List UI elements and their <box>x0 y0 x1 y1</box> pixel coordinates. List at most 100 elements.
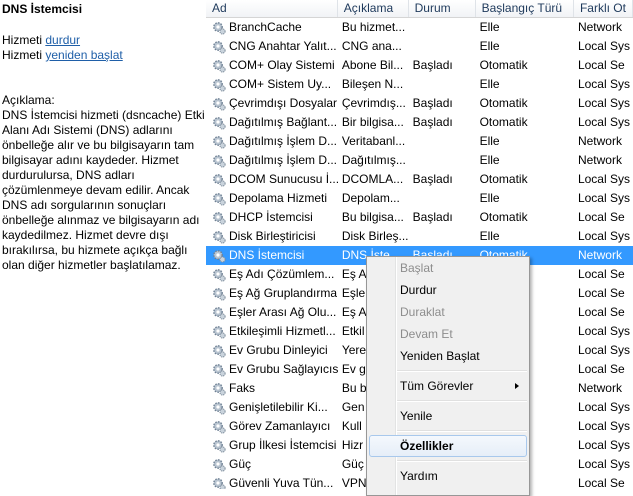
gear-icon <box>213 135 226 149</box>
menu-separator <box>397 397 529 405</box>
service-name: DCOM Sunucusu İ... <box>229 172 338 186</box>
table-cell: Network <box>577 134 622 148</box>
gear-icon <box>213 420 226 434</box>
table-cell: Local Sys <box>577 419 630 433</box>
chevron-right-icon <box>515 383 519 389</box>
table-cell: Genişletilebilir Ki... <box>206 398 338 417</box>
table-cell: Başladı <box>412 96 453 110</box>
description-line: olan diğer hizmetler başlatılamaz. <box>2 258 181 272</box>
menu-resume[interactable]: Devam Et <box>367 323 529 345</box>
menu-refresh[interactable]: Yenile <box>367 405 529 427</box>
table-cell: Görev Zamanlayıcı <box>206 417 338 436</box>
gear-icon <box>213 40 226 54</box>
table-cell: Network <box>577 248 622 262</box>
table-row[interactable]: DCOM Sunucusu İ... DCOMLA... Başladı Otomat… <box>206 170 633 189</box>
table-cell: Faks <box>206 379 338 398</box>
table-row[interactable]: CNG Anahtar Yalıt... CNG ana... Elle Local … <box>206 37 633 56</box>
description-line: bilgisayar adını kaydeder. Hizmet <box>2 153 179 167</box>
gear-icon <box>213 78 226 92</box>
gear-icon <box>213 458 226 472</box>
table-row[interactable]: Dağıtılmış Bağlant... Bir bilgisa... Başla… <box>206 113 633 132</box>
service-name: Çevrimdışı Dosyalar <box>229 96 338 110</box>
menu-all-tasks[interactable]: Tüm Görevler <box>367 375 529 397</box>
description-line: DNS adı sorgularının sonuçları <box>2 198 167 212</box>
table-row[interactable]: Dağıtılmış İşlem D... Dağıtılmış... Elle Ne… <box>206 151 633 170</box>
gear-icon <box>213 287 226 301</box>
menu-stop[interactable]: Durdur <box>367 279 529 301</box>
table-cell: Eş Ağ Gruplandırma <box>206 284 338 303</box>
table-cell: Elle <box>479 39 500 53</box>
gear-icon <box>213 306 226 320</box>
service-title: DNS İstemcisi <box>2 2 83 16</box>
menu-restart[interactable]: Yeniden Başlat <box>367 345 529 367</box>
service-name: Eş Adı Çözümlem... <box>229 267 335 281</box>
table-row[interactable]: Çevrimdışı Dosyalar Çevrimdış... Başladı Ot… <box>206 94 633 113</box>
table-cell: Eş Adı Çözümlem... <box>206 265 338 284</box>
table-cell: Ev Grubu Dinleyici <box>206 341 338 360</box>
table-cell: Local Se <box>577 362 625 376</box>
table-cell: Network <box>577 381 622 395</box>
table-cell: COM+ Sistem Uy... <box>206 75 338 94</box>
menu-separator <box>397 457 529 465</box>
gear-icon <box>213 192 226 206</box>
column-header[interactable]: Başlangıç Türü <box>476 0 574 17</box>
table-cell: Veritabanl... <box>341 134 406 148</box>
gear-icon <box>213 154 226 168</box>
service-name: Dağıtılmış Bağlant... <box>229 115 338 129</box>
service-name: Görev Zamanlayıcı <box>229 419 331 433</box>
table-cell: Local Sys <box>577 324 630 338</box>
restart-line: Hizmeti yeniden başlat <box>2 48 123 62</box>
service-name: Genişletilebilir Ki... <box>229 400 328 414</box>
table-row[interactable]: Disk Birleştiricisi Disk Birleş... Elle Loc… <box>206 227 633 246</box>
table-cell: CNG Anahtar Yalıt... <box>206 37 338 56</box>
menu-help[interactable]: Yardım <box>367 465 529 487</box>
service-name: COM+ Sistem Uy... <box>229 77 332 91</box>
menu-pause[interactable]: Duraklat <box>367 301 529 323</box>
table-cell: Local Sys <box>577 229 630 243</box>
table-cell: Başladı <box>412 58 453 72</box>
stop-service-link[interactable]: durdur <box>45 33 80 47</box>
table-cell: Dağıtılmış İşlem D... <box>206 132 338 151</box>
table-row[interactable]: BranchCache Bu hizmet... Elle Network <box>206 18 633 37</box>
service-name: BranchCache <box>229 20 302 34</box>
column-header[interactable]: Ad <box>206 0 338 17</box>
gear-icon <box>213 477 226 489</box>
restart-service-link[interactable]: yeniden başlat <box>45 48 122 62</box>
description-line: kaydedilmez. Hizmet devre dışı <box>2 228 169 242</box>
table-cell: Local Sys <box>577 191 630 205</box>
table-cell: Local Sys <box>577 343 630 357</box>
description-line: durdurulursa, DNS adları <box>2 168 135 182</box>
gear-icon <box>213 249 226 263</box>
column-header[interactable]: Durum <box>409 0 476 17</box>
table-cell: Elle <box>479 191 500 205</box>
table-row[interactable]: COM+ Olay Sistemi Abone Bil... Başladı Otom… <box>206 56 633 75</box>
table-row[interactable]: DHCP İstemcisi Bu bilgisa... Başladı Otomat… <box>206 208 633 227</box>
table-row[interactable]: Depolama Hizmeti Depolam... Elle Local Sys <box>206 189 633 208</box>
stop-line: Hizmeti durdur <box>2 33 81 47</box>
description-line: bırakılırsa, bu hizmete açıkça bağlı <box>2 243 188 257</box>
table-cell: Başladı <box>412 210 453 224</box>
table-cell: Otomatik <box>479 96 528 110</box>
service-name: DHCP İstemcisi <box>229 210 313 224</box>
menu-properties[interactable]: Özellikler <box>369 435 527 457</box>
table-row[interactable]: COM+ Sistem Uy... Bileşen N... Elle Local S… <box>206 75 633 94</box>
table-row[interactable]: Dağıtılmış İşlem D... Veritabanl... Elle Ne… <box>206 132 633 151</box>
table-cell: Elle <box>479 153 500 167</box>
menu-start[interactable]: Başlat <box>367 257 529 279</box>
gear-icon <box>213 230 226 244</box>
column-header[interactable]: Açıklama <box>338 0 409 17</box>
table-cell: Bir bilgisa... <box>341 115 404 129</box>
table-cell: Başladı <box>412 172 453 186</box>
table-cell: Elle <box>479 229 500 243</box>
table-cell: Otomatik <box>479 58 528 72</box>
table-cell: Etkileşimli Hizmetl... <box>206 322 338 341</box>
service-name: Dağıtılmış İşlem D... <box>229 134 338 148</box>
table-cell: Local Sys <box>577 172 630 186</box>
table-cell: Depolam... <box>341 191 400 205</box>
table-cell: Local Sys <box>577 400 630 414</box>
service-name: Dağıtılmış İşlem D... <box>229 153 338 167</box>
table-cell: Otomatik <box>479 210 528 224</box>
column-header[interactable]: Farklı Ot <box>574 0 633 17</box>
gear-icon <box>213 97 226 111</box>
gear-icon <box>213 401 226 415</box>
